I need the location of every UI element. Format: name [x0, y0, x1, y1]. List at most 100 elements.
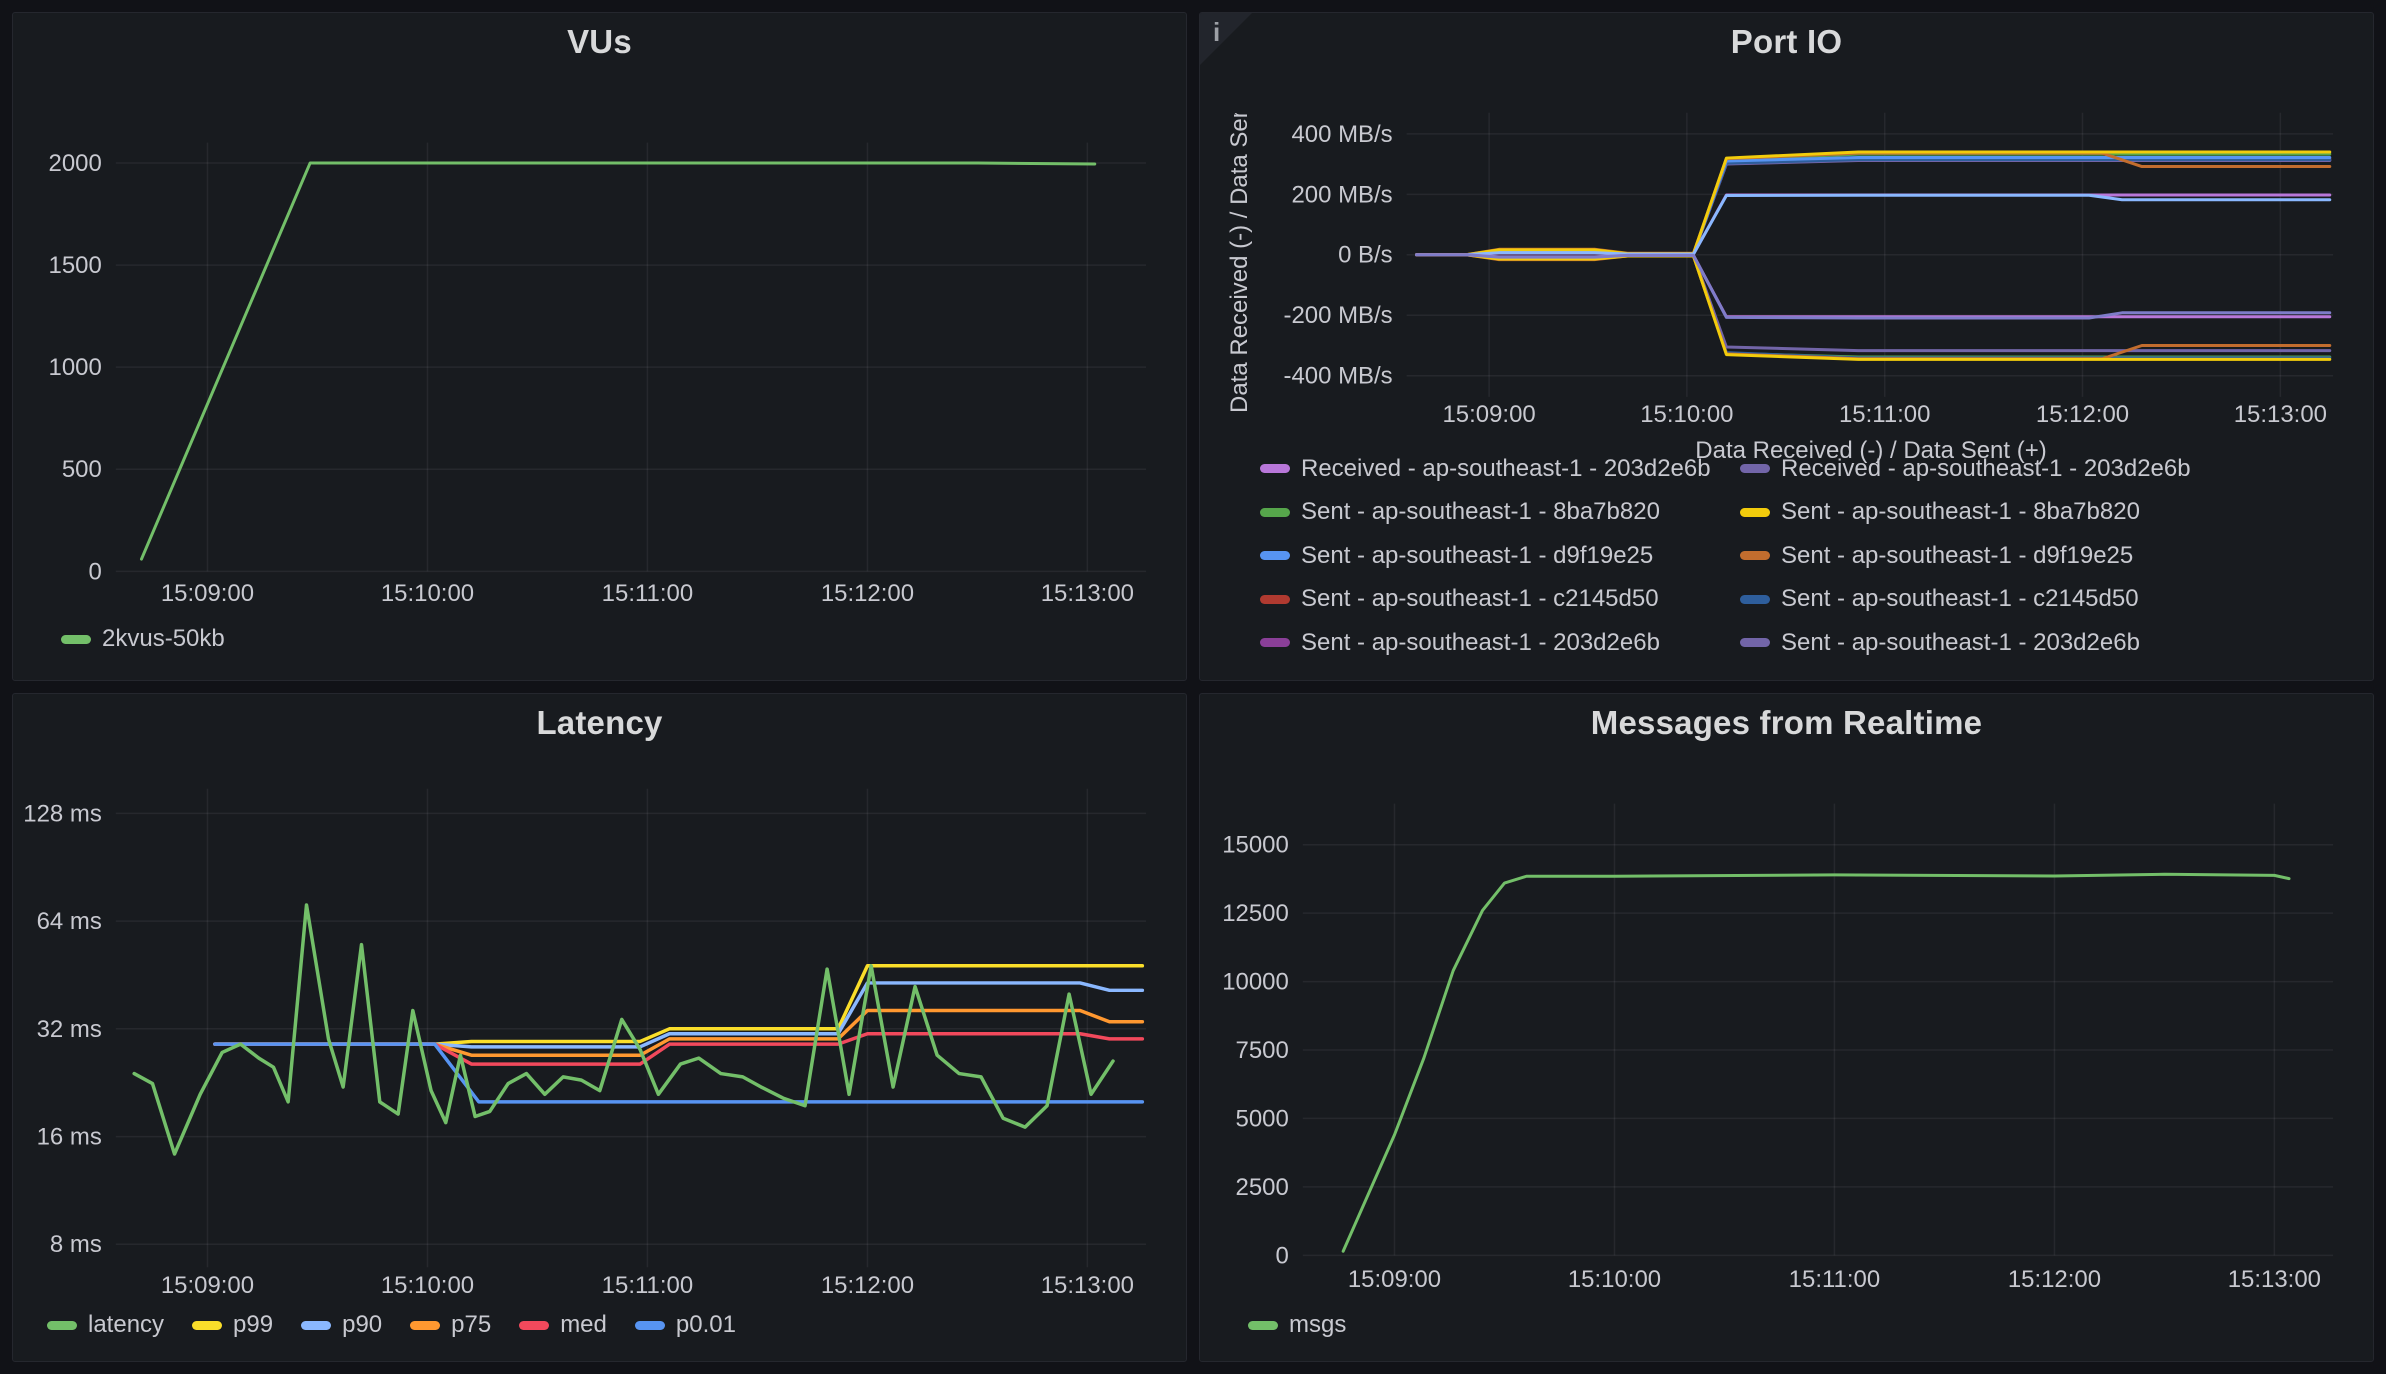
legend-swatch-icon	[1260, 595, 1290, 604]
x-tick-label: 15:12:00	[2008, 1266, 2101, 1293]
series-line	[1417, 160, 2330, 255]
y-tick-label: 128 ms	[23, 800, 102, 827]
y-tick-label: -200 MB/s	[1284, 302, 1393, 329]
legend-swatch-icon	[301, 1321, 331, 1330]
panel-info-corner[interactable]	[1200, 13, 1252, 65]
legend-label: med	[560, 1311, 607, 1339]
legend-item[interactable]: Sent - ap-southeast-1 - 203d2e6b	[1260, 621, 1740, 665]
y-tick-label: 200 MB/s	[1291, 181, 1392, 208]
legend-label: p0.01	[676, 1311, 736, 1339]
port-io-legend-right: Received - ap-southeast-1 - 203d2e6b Sent…	[1740, 447, 2191, 665]
y-tick-label: 7500	[1236, 1037, 1289, 1064]
legend-label: Sent - ap-southeast-1 - c2145d50	[1301, 585, 1659, 613]
port-io-legend-left: Received - ap-southeast-1 - 203d2e6b Sent…	[1260, 447, 1740, 665]
legend-swatch-icon	[1740, 464, 1770, 473]
legend-item[interactable]: p99	[192, 1311, 273, 1339]
legend-label: p75	[451, 1311, 491, 1339]
y-tick-label: 5000	[1236, 1105, 1289, 1132]
legend-item[interactable]: Sent - ap-southeast-1 - 203d2e6b	[1740, 621, 2191, 665]
legend-item[interactable]: msgs	[1248, 1311, 1346, 1339]
legend-label: Sent - ap-southeast-1 - 203d2e6b	[1301, 629, 1660, 657]
series-line	[1417, 195, 2330, 255]
legend-item[interactable]: Sent - ap-southeast-1 - d9f19e25	[1740, 534, 2191, 578]
series-line	[1417, 159, 2330, 255]
legend-swatch-icon	[1260, 638, 1290, 647]
legend-swatch-icon	[1248, 1321, 1278, 1330]
x-tick-label: 15:13:00	[1041, 580, 1134, 607]
y-tick-label: 16 ms	[37, 1124, 102, 1151]
x-tick-label: 15:10:00	[1568, 1266, 1661, 1293]
series-line	[1417, 255, 2330, 360]
series-line	[1343, 874, 2289, 1251]
legend-item[interactable]: Sent - ap-southeast-1 - 8ba7b820	[1260, 491, 1740, 535]
legend-item[interactable]: p90	[301, 1311, 382, 1339]
series-line	[1417, 255, 2330, 358]
x-tick-label: 15:09:00	[1442, 401, 1535, 428]
y-tick-label: 2500	[1236, 1174, 1289, 1201]
legend-item[interactable]: Sent - ap-southeast-1 - 8ba7b820	[1740, 491, 2191, 535]
legend-swatch-icon	[1740, 595, 1770, 604]
vus-chart[interactable]: 200015001000500015:09:0015:10:0015:11:00…	[13, 13, 1186, 680]
messages-chart[interactable]: 150001250010000750050002500015:09:0015:1…	[1200, 694, 2373, 1361]
legend-item[interactable]: Sent - ap-southeast-1 - c2145d50	[1740, 578, 2191, 622]
panel-title-messages[interactable]: Messages from Realtime	[1200, 704, 2373, 742]
legend-swatch-icon	[635, 1321, 665, 1330]
y-tick-label: 32 ms	[37, 1016, 102, 1043]
panel-title-latency[interactable]: Latency	[13, 704, 1186, 742]
y-tick-label: 1000	[49, 354, 102, 381]
legend-swatch-icon	[1260, 464, 1290, 473]
x-tick-label: 15:09:00	[161, 580, 254, 607]
legend-item[interactable]: Received - ap-southeast-1 - 203d2e6b	[1260, 447, 1740, 491]
legend-swatch-icon	[1260, 551, 1290, 560]
x-tick-label: 15:12:00	[2036, 401, 2129, 428]
series-line	[1417, 154, 2330, 255]
y-tick-label: 0	[1276, 1242, 1289, 1269]
legend-item[interactable]: latency	[47, 1311, 164, 1339]
y-tick-label: -400 MB/s	[1284, 363, 1393, 390]
legend-item[interactable]: p0.01	[635, 1311, 736, 1339]
legend-swatch-icon	[1740, 551, 1770, 560]
legend-label: Sent - ap-southeast-1 - 8ba7b820	[1301, 498, 1660, 526]
legend-item[interactable]: med	[519, 1311, 607, 1339]
x-tick-label: 15:11:00	[1839, 401, 1930, 428]
x-tick-label: 15:13:00	[2234, 401, 2327, 428]
legend-item[interactable]: Received - ap-southeast-1 - 203d2e6b	[1740, 447, 2191, 491]
legend-item[interactable]: 2kvus-50kb	[61, 625, 225, 653]
y-tick-label: 1500	[49, 252, 102, 279]
legend-item[interactable]: Sent - ap-southeast-1 - c2145d50	[1260, 578, 1740, 622]
legend-label: p99	[233, 1311, 273, 1339]
x-tick-label: 15:11:00	[602, 580, 693, 607]
series-line	[1417, 160, 2330, 255]
latency-chart[interactable]: 128 ms64 ms32 ms16 ms8 ms15:09:0015:10:0…	[13, 694, 1186, 1361]
messages-legend: msgs	[1248, 1311, 1346, 1339]
series-line	[1417, 255, 2330, 359]
y-tick-label: 12500	[1222, 900, 1289, 927]
y-tick-label: 500	[62, 456, 102, 483]
panel-title-port-io[interactable]: Port IO	[1200, 23, 2373, 61]
x-tick-label: 15:11:00	[602, 1272, 693, 1299]
series-line	[1417, 195, 2330, 255]
y-tick-label: 400 MB/s	[1291, 121, 1392, 148]
legend-swatch-icon	[47, 1321, 77, 1330]
legend-label: Sent - ap-southeast-1 - 203d2e6b	[1781, 629, 2140, 657]
series-line	[1417, 255, 2330, 351]
legend-item[interactable]: p75	[410, 1311, 491, 1339]
y-tick-label: 64 ms	[37, 908, 102, 935]
series-line	[1417, 157, 2330, 254]
series-line	[1417, 255, 2330, 357]
y-tick-label: 0 B/s	[1338, 242, 1393, 269]
x-tick-label: 15:12:00	[821, 1272, 914, 1299]
series-line	[1417, 255, 2330, 317]
legend-label: Sent - ap-southeast-1 - c2145d50	[1781, 585, 2139, 613]
legend-label: Sent - ap-southeast-1 - 8ba7b820	[1781, 498, 2140, 526]
legend-item[interactable]: Sent - ap-southeast-1 - d9f19e25	[1260, 534, 1740, 578]
legend-swatch-icon	[192, 1321, 222, 1330]
vus-legend: 2kvus-50kb	[61, 625, 225, 653]
series-line	[1417, 153, 2330, 255]
panel-title-vus[interactable]: VUs	[13, 23, 1186, 61]
legend-swatch-icon	[1260, 508, 1290, 517]
grafana-dashboard: VUs 200015001000500015:09:0015:10:0015:1…	[0, 0, 2386, 1374]
legend-label: latency	[88, 1311, 164, 1339]
x-tick-label: 15:12:00	[821, 580, 914, 607]
x-tick-label: 15:09:00	[161, 1272, 254, 1299]
